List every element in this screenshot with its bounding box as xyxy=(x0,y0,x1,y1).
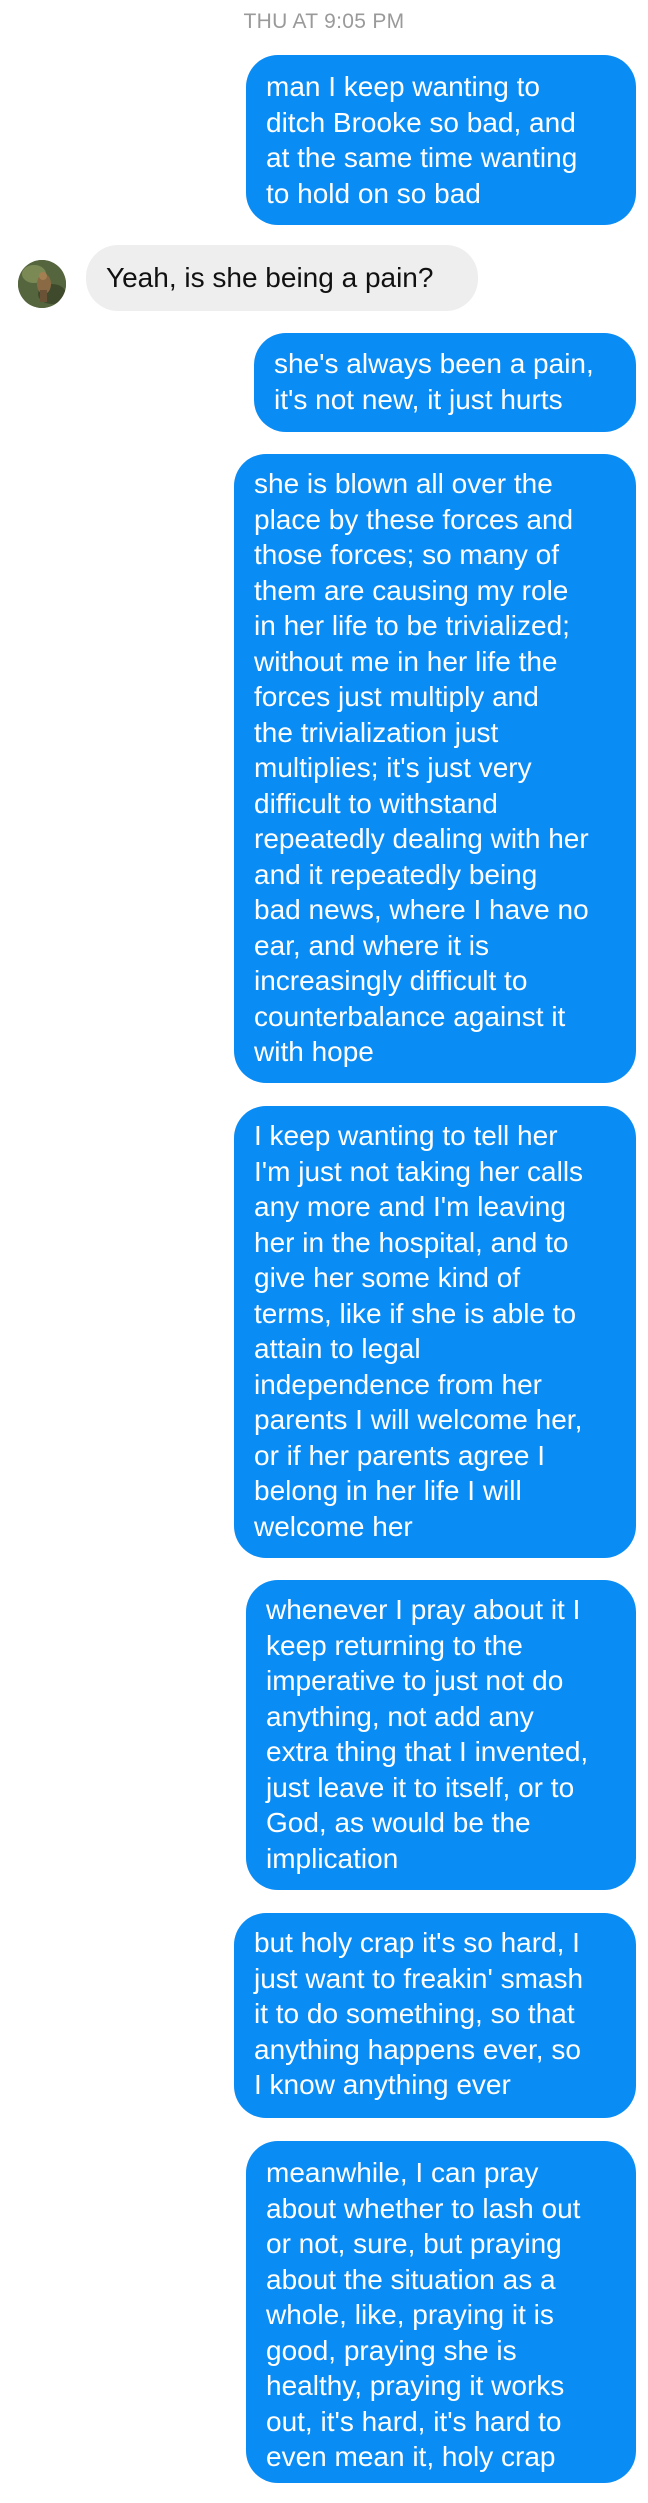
outgoing-message-bubble[interactable]: meanwhile, I can pray about whether to l… xyxy=(246,2141,636,2483)
outgoing-message-bubble[interactable]: whenever I pray about it I keep returnin… xyxy=(246,1580,636,1890)
outgoing-message-bubble[interactable]: but holy crap it's so hard, I just want … xyxy=(234,1913,636,2118)
contact-avatar-photo-icon xyxy=(18,260,66,308)
contact-avatar[interactable] xyxy=(18,260,66,308)
message-timestamp: THU AT 9:05 PM xyxy=(243,10,405,33)
outgoing-message-bubble[interactable]: she is blown all over the place by these… xyxy=(234,454,636,1083)
incoming-message-bubble[interactable]: Yeah, is she being a pain? xyxy=(86,245,478,311)
outgoing-message-bubble[interactable]: she's always been a pain, it's not new, … xyxy=(254,333,636,432)
outgoing-message-bubble[interactable]: I keep wanting to tell her I'm just not … xyxy=(234,1106,636,1558)
outgoing-message-bubble[interactable]: man I keep wanting to ditch Brooke so ba… xyxy=(246,55,636,225)
